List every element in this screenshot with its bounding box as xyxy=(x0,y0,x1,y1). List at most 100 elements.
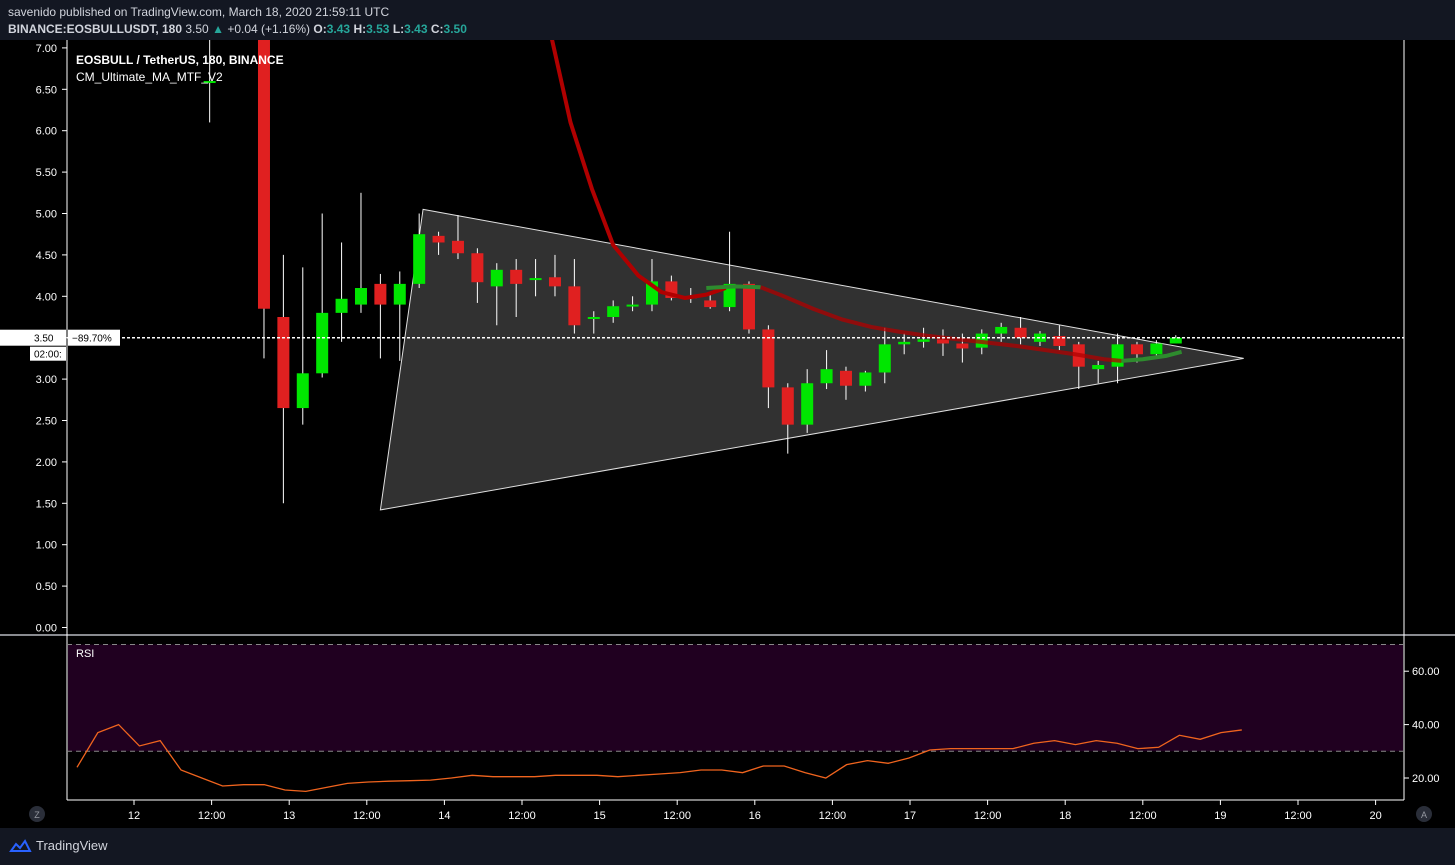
x-tick-label: 12:00 xyxy=(353,810,381,822)
brand-label: TradingView xyxy=(36,838,108,853)
candle-body xyxy=(607,306,620,317)
x-tick-label: 18 xyxy=(1059,810,1071,822)
candle-body xyxy=(374,283,387,305)
low-label: L: xyxy=(392,22,405,36)
chart-area[interactable]: 0.00 0.50 1.00 1.50 2.00 2.50 3.00 3.50 4.00 4.50… xyxy=(0,40,1455,828)
y-tick-label: 2.00 xyxy=(36,457,57,469)
rsi-label: RSI xyxy=(76,648,94,660)
price-change: +0.04 (+1.16%) xyxy=(227,22,311,36)
y-tick-label: 5.00 xyxy=(36,209,57,221)
candle-body xyxy=(451,240,464,254)
y-tick-label: 1.50 xyxy=(36,498,57,510)
y-tick-label: 2.50 xyxy=(36,416,57,428)
candle-body xyxy=(510,269,523,284)
y-tick-label: 4.50 xyxy=(36,250,57,262)
x-tick-label: 17 xyxy=(904,810,916,822)
candle-body xyxy=(413,234,426,284)
countdown-tag-text: 02:00: xyxy=(34,350,62,361)
last-price: 3.50 xyxy=(185,22,209,36)
high-label: H: xyxy=(353,22,367,36)
candle-body xyxy=(801,383,814,425)
rsi-left-bg xyxy=(0,636,67,800)
last-price-tag xyxy=(0,329,66,346)
y-tick-label: 0.00 xyxy=(36,623,57,635)
x-tick-label: 12:00 xyxy=(1129,810,1157,822)
x-tick-label: 12:00 xyxy=(819,810,847,822)
candle-body xyxy=(781,387,794,425)
candle-body xyxy=(1014,327,1027,338)
footer-bar: TradingView xyxy=(0,828,1455,865)
zoom-button-label: Z xyxy=(34,810,40,820)
candle-body xyxy=(917,339,930,342)
x-tick-label: 12:00 xyxy=(508,810,536,822)
chart-header: savenido published on TradingView.com, M… xyxy=(0,0,1455,40)
x-tick-label: 20 xyxy=(1369,810,1381,822)
x-tick-label: 12:00 xyxy=(974,810,1002,822)
y-tick-label: 1.00 xyxy=(36,540,57,552)
x-tick-label: 12:00 xyxy=(663,810,691,822)
rsi-y-tick-label: 60.00 xyxy=(1412,666,1440,678)
candle-body xyxy=(316,312,329,374)
right-axis-bg xyxy=(1404,40,1455,634)
candle-body xyxy=(471,253,484,283)
x-tick-label: 15 xyxy=(593,810,605,822)
candle-body xyxy=(1150,343,1163,355)
candle-body xyxy=(393,283,406,305)
open-label: O: xyxy=(313,22,327,36)
candle-body xyxy=(1092,365,1105,370)
candle-body xyxy=(742,283,755,330)
ohlc-line: BINANCE:EOSBULLUSDT, 180 3.50 ▲ +0.04 (+… xyxy=(8,22,467,36)
candle-body xyxy=(277,317,290,409)
y-tick-label: 6.50 xyxy=(36,84,57,96)
rsi-band-fill xyxy=(68,644,1403,752)
candle-body xyxy=(839,370,852,386)
y-tick-label: 5.50 xyxy=(36,167,57,179)
x-tick-label: 12 xyxy=(128,810,140,822)
candle-body xyxy=(432,235,445,243)
open-value: 3.43 xyxy=(326,22,351,36)
x-tick-label: 14 xyxy=(438,810,450,822)
low-value: 3.43 xyxy=(404,22,428,36)
candle-body xyxy=(878,344,891,373)
indicator-legend: CM_Ultimate_MA_MTF_V2 xyxy=(76,70,223,84)
y-tick-label: 3.00 xyxy=(36,374,57,386)
last-price-tag-text: 3.50 xyxy=(34,334,54,345)
x-tick-label: 12:00 xyxy=(1284,810,1312,822)
candle-body xyxy=(529,278,542,281)
y-tick-label: 4.00 xyxy=(36,291,57,303)
candle-body xyxy=(548,277,561,287)
candle-body xyxy=(1111,344,1124,367)
candle-body xyxy=(257,40,270,309)
rsi-y-tick-label: 20.00 xyxy=(1412,773,1440,785)
close-value: 3.50 xyxy=(443,22,467,36)
candle-body xyxy=(1169,337,1182,344)
change-tag-text: −89.70% xyxy=(72,334,112,345)
candle-body xyxy=(1130,344,1143,355)
published-line: savenido published on TradingView.com, M… xyxy=(8,5,390,19)
high-value: 3.53 xyxy=(366,22,390,36)
candle-body xyxy=(354,288,367,305)
ma-line-green xyxy=(706,284,761,291)
candle-body xyxy=(568,286,581,326)
candle-body xyxy=(995,326,1008,334)
candle-body xyxy=(704,300,717,308)
x-tick-label: 12:00 xyxy=(198,810,226,822)
symbol-label: BINANCE:EOSBULLUSDT, 180 xyxy=(8,22,183,36)
x-tick-label: 13 xyxy=(283,810,295,822)
x-tick-label: 16 xyxy=(749,810,761,822)
candle-body xyxy=(956,343,969,349)
cloud-logo-icon xyxy=(9,838,32,852)
chart-legend-title: EOSBULL / TetherUS, 180, BINANCE xyxy=(76,53,284,67)
rsi-y-tick-label: 40.00 xyxy=(1412,720,1440,732)
auto-scale-button-label: A xyxy=(1421,810,1427,820)
candle-body xyxy=(859,372,872,386)
close-label: C: xyxy=(430,22,444,36)
y-tick-label: 7.00 xyxy=(36,43,57,55)
tradingview-brand[interactable]: TradingView xyxy=(8,838,108,853)
candle-body xyxy=(626,304,639,307)
candle-body xyxy=(490,269,503,287)
candle-body xyxy=(587,317,600,319)
y-tick-label: 0.50 xyxy=(36,581,57,593)
candle-body xyxy=(820,369,833,384)
candle-body xyxy=(296,373,309,409)
